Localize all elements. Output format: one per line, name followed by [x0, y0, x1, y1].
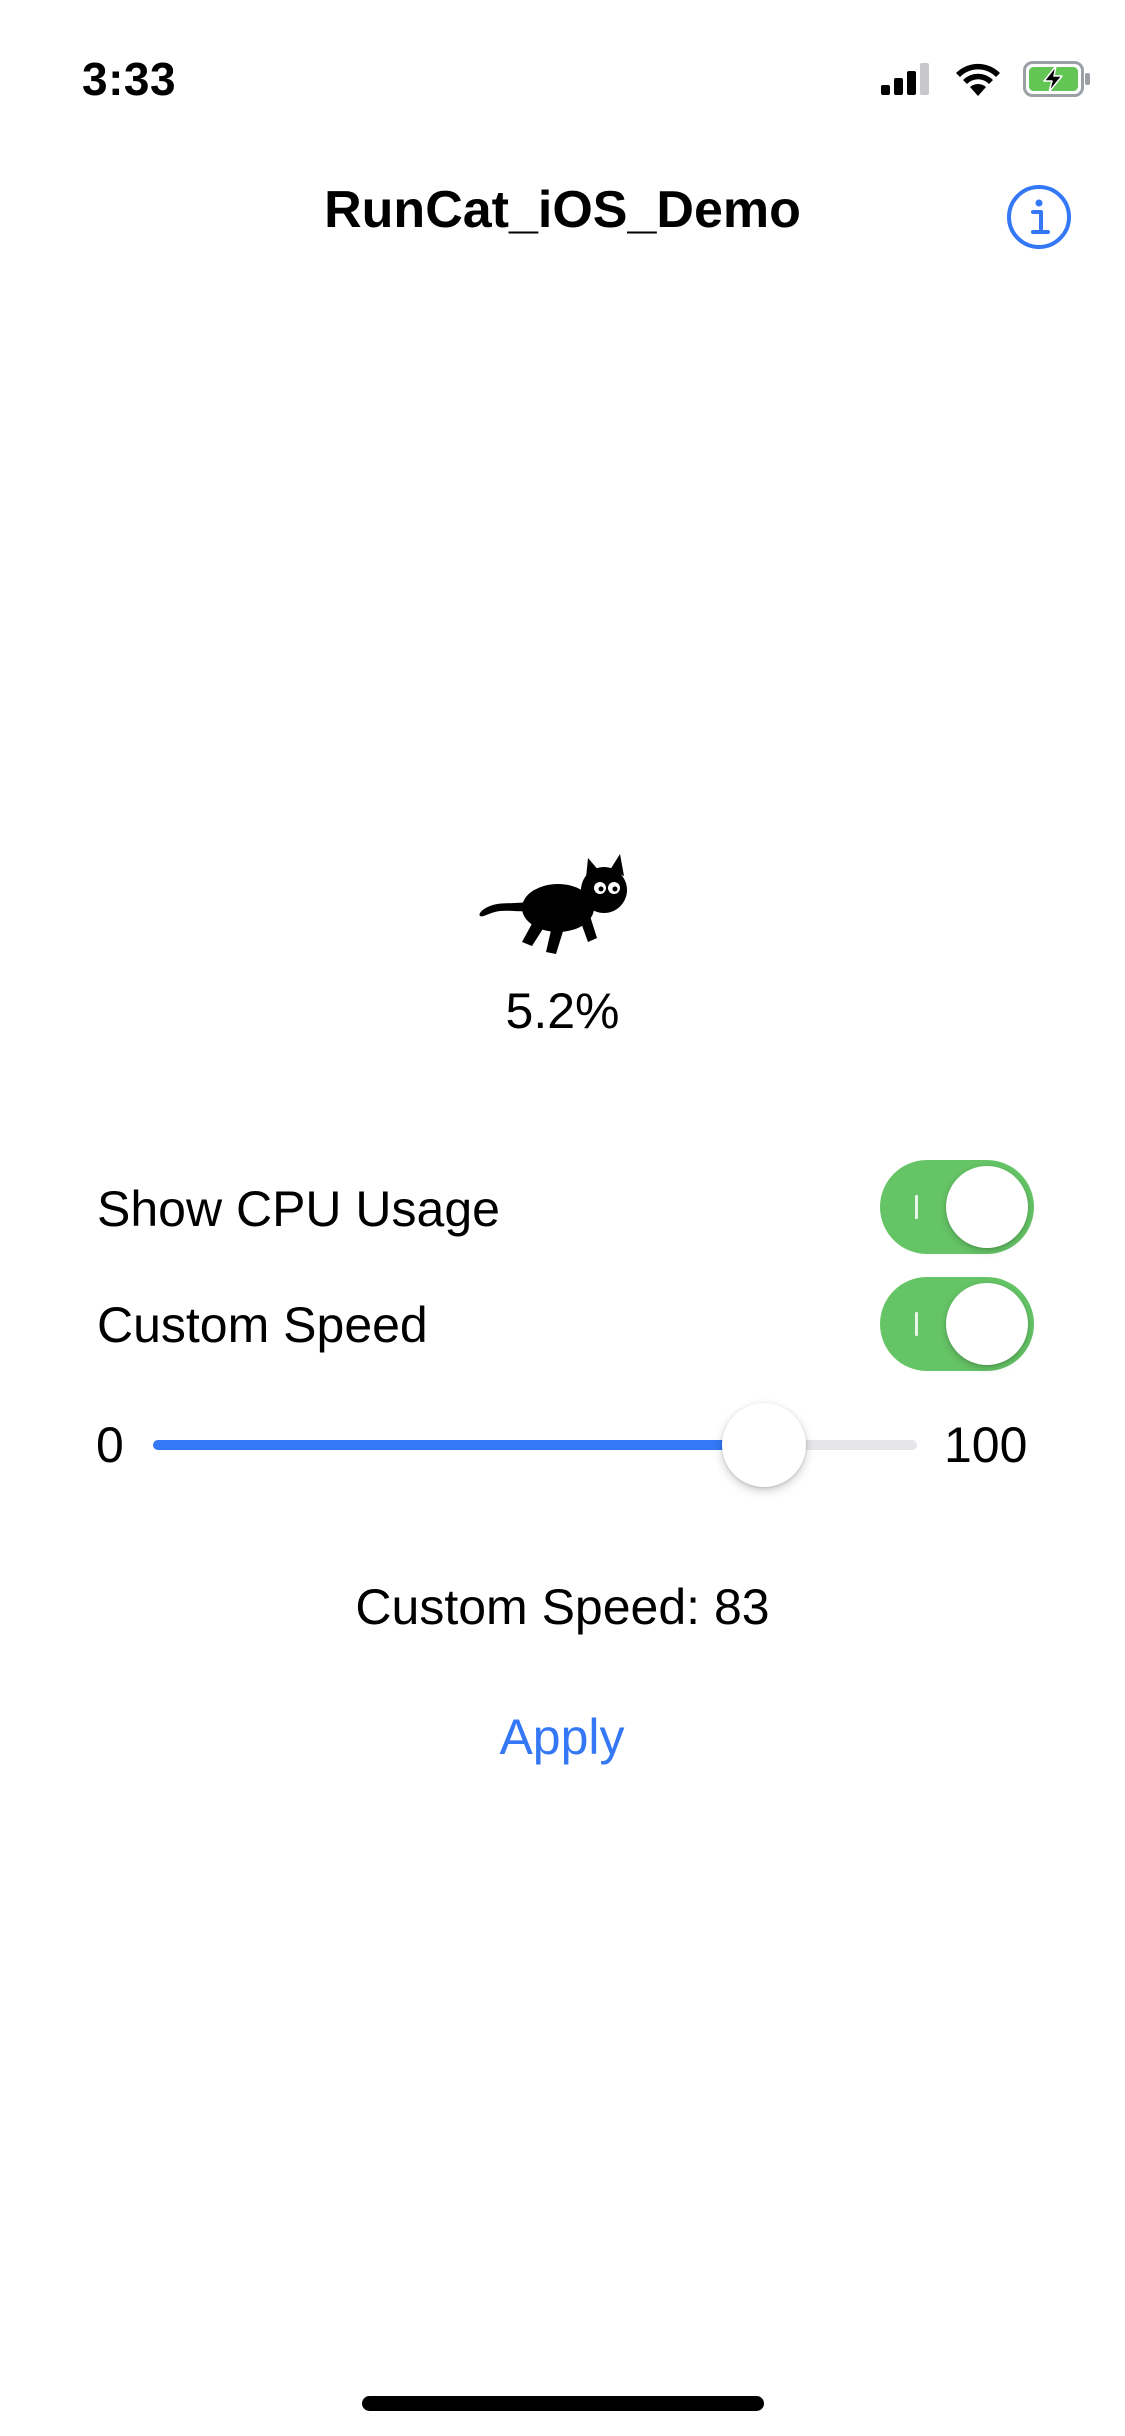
toggle-knob: [946, 1166, 1028, 1248]
toggle-on-indicator: [915, 1312, 918, 1336]
status-bar: 3:33: [0, 0, 1125, 150]
custom-speed-readout: Custom Speed: 83: [355, 1579, 770, 1635]
running-cat-icon: [476, 850, 636, 960]
home-indicator: [362, 2396, 764, 2411]
status-time: 3:33: [82, 53, 177, 105]
slider-min-label: 0: [96, 1417, 124, 1473]
cpu-usage-value: 5.2%: [505, 983, 620, 1039]
show-cpu-usage-label: Show CPU Usage: [97, 1181, 500, 1237]
status-icons: [881, 56, 1093, 106]
battery-charging-icon: [1023, 60, 1093, 102]
toggle-knob: [946, 1283, 1028, 1365]
show-cpu-usage-toggle[interactable]: [880, 1160, 1034, 1254]
apply-button[interactable]: Apply: [462, 1708, 662, 1778]
custom-speed-toggle[interactable]: [880, 1277, 1034, 1371]
slider-thumb[interactable]: [722, 1403, 806, 1487]
slider-max-label: 100: [944, 1417, 1028, 1473]
nav-title: RunCat_iOS_Demo: [324, 181, 801, 239]
custom-speed-label: Custom Speed: [97, 1297, 428, 1353]
toggle-on-indicator: [915, 1195, 918, 1219]
info-circle-icon: [1007, 185, 1071, 249]
wifi-icon: [955, 62, 1001, 101]
info-button[interactable]: [1006, 184, 1072, 250]
speed-slider[interactable]: [153, 1403, 917, 1487]
slider-fill: [153, 1440, 764, 1450]
cellular-signal-icon: [881, 62, 933, 100]
